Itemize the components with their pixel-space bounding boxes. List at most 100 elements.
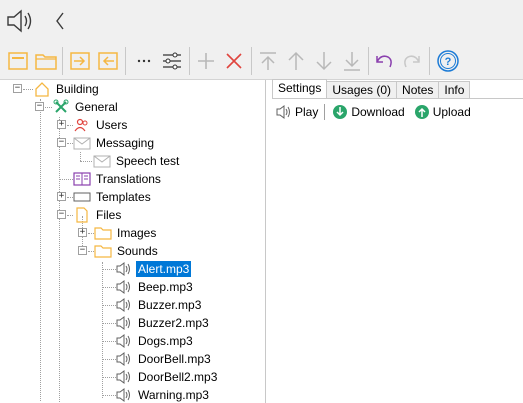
tree-node-sound-file[interactable]: Buzzer2.mp3	[114, 314, 211, 332]
play-button[interactable]: Play	[275, 103, 318, 121]
tree-node-sound-file[interactable]: Beep.mp3	[114, 278, 195, 296]
tree-node-images[interactable]: Images	[93, 224, 158, 242]
tree-node-label: Sounds	[117, 244, 158, 258]
speaker-icon	[114, 368, 134, 386]
tree-node-sound-file[interactable]: DoorBell2.mp3	[114, 368, 219, 386]
export-icon[interactable]	[94, 47, 122, 75]
expand-toggle[interactable]: +	[78, 228, 87, 237]
toolbar-separator	[189, 47, 190, 75]
tools-icon	[51, 98, 71, 116]
tree-line	[59, 179, 73, 180]
tree-node-sound-file[interactable]: DoorBell.mp3	[114, 350, 213, 368]
toolbar-separator	[251, 47, 252, 75]
settings-sliders-icon[interactable]	[158, 47, 186, 75]
toolbar-separator	[429, 47, 430, 75]
speaker-icon	[114, 260, 134, 278]
envelope-icon	[72, 134, 92, 152]
open-folder-icon[interactable]	[32, 47, 60, 75]
tree-node-users[interactable]: Users	[72, 116, 129, 134]
expand-toggle[interactable]: +	[57, 120, 66, 129]
new-icon[interactable]	[4, 47, 32, 75]
house-icon	[32, 80, 52, 98]
tree-line	[59, 117, 60, 402]
tree-node-files[interactable]: Files	[72, 206, 123, 224]
download-icon	[331, 103, 349, 121]
file-icon	[72, 206, 92, 224]
tree-node-label: Building	[56, 82, 99, 96]
move-up-icon[interactable]	[282, 47, 310, 75]
tab-notes[interactable]: Notes	[396, 81, 440, 98]
tree-node-sounds[interactable]: Sounds	[93, 242, 160, 260]
tree-node-general[interactable]: General	[51, 98, 120, 116]
tree-node-label: Translations	[96, 172, 161, 186]
expand-toggle[interactable]: +	[57, 192, 66, 201]
tree-node-label: Buzzer2.mp3	[138, 316, 209, 330]
delete-icon[interactable]	[220, 47, 248, 75]
tab-info[interactable]: Info	[438, 81, 471, 98]
tab-divider	[272, 98, 523, 99]
tree-node-label: Warning.mp3	[138, 388, 209, 402]
tree-node-speech-test[interactable]: Speech test	[92, 152, 181, 170]
redo-icon[interactable]	[398, 47, 426, 75]
folder-icon	[93, 224, 113, 242]
collapse-toggle[interactable]: −	[57, 138, 66, 147]
tab-settings[interactable]: Settings	[272, 79, 328, 98]
tree-line	[40, 99, 41, 401]
tree-node-messaging[interactable]: Messaging	[72, 134, 156, 152]
upload-label: Upload	[432, 105, 471, 119]
tree-line	[80, 161, 92, 162]
svg-text:?: ?	[445, 56, 452, 68]
collapse-toggle[interactable]: −	[13, 84, 22, 93]
collapse-toggle[interactable]: −	[78, 246, 87, 255]
speaker-icon	[114, 296, 134, 314]
speaker-icon[interactable]	[4, 6, 36, 36]
tree-node-sound-file[interactable]: Dogs.mp3	[114, 332, 195, 350]
tree-node-sound-file[interactable]: Buzzer.mp3	[114, 296, 203, 314]
speaker-icon	[275, 103, 293, 121]
tree-node-translations[interactable]: Translations	[72, 170, 163, 188]
title-bar	[0, 0, 523, 43]
toolbar-separator	[62, 47, 63, 75]
tree-node-label: Images	[117, 226, 157, 240]
action-separator	[324, 104, 326, 120]
play-label: Play	[295, 105, 319, 119]
tree-node-building[interactable]: Building	[32, 80, 101, 98]
details-panel: Settings Usages (0) Notes Info Play Down…	[267, 79, 523, 403]
more-icon[interactable]	[130, 47, 158, 75]
collapse-toggle[interactable]: −	[35, 102, 44, 111]
tab-usages[interactable]: Usages (0)	[326, 81, 398, 98]
help-icon[interactable]: ?	[434, 47, 462, 75]
undo-icon[interactable]	[370, 47, 398, 75]
add-icon[interactable]	[192, 47, 220, 75]
toolbar-separator	[368, 47, 369, 75]
speaker-icon	[114, 350, 134, 368]
tree-line	[80, 152, 81, 161]
move-top-icon[interactable]	[254, 47, 282, 75]
tree-node-sound-file[interactable]: Alert.mp3	[114, 260, 192, 278]
import-icon[interactable]	[66, 47, 94, 75]
tree-node-label: Alert.mp3	[136, 261, 192, 277]
tree-node-templates[interactable]: Templates	[72, 188, 153, 206]
upload-button[interactable]: Upload	[413, 103, 471, 121]
tree-node-label: Beep.mp3	[138, 280, 193, 294]
download-button[interactable]: Download	[331, 103, 405, 121]
tree-node-label: DoorBell.mp3	[138, 352, 211, 366]
speaker-icon	[114, 314, 134, 332]
tree-panel: − Building − General + Users − Messaging	[0, 80, 266, 403]
action-bar: Play Download Upload	[275, 102, 479, 122]
speaker-icon	[114, 278, 134, 296]
back-arrow-icon[interactable]	[52, 6, 68, 36]
tree-node-label: Speech test	[116, 154, 180, 168]
speaker-icon	[114, 386, 134, 403]
users-icon	[72, 116, 92, 134]
tree-node-label: Messaging	[96, 136, 155, 150]
tree-node-label: Templates	[96, 190, 151, 204]
template-icon	[72, 188, 92, 206]
collapse-toggle[interactable]: −	[57, 210, 66, 219]
message-icon	[92, 152, 112, 170]
tree-node-sound-file[interactable]: Warning.mp3	[114, 386, 211, 403]
upload-icon	[413, 103, 431, 121]
tab-bar: Settings Usages (0) Notes Info	[272, 79, 471, 98]
move-down-icon[interactable]	[310, 47, 338, 75]
move-bottom-icon[interactable]	[338, 47, 366, 75]
